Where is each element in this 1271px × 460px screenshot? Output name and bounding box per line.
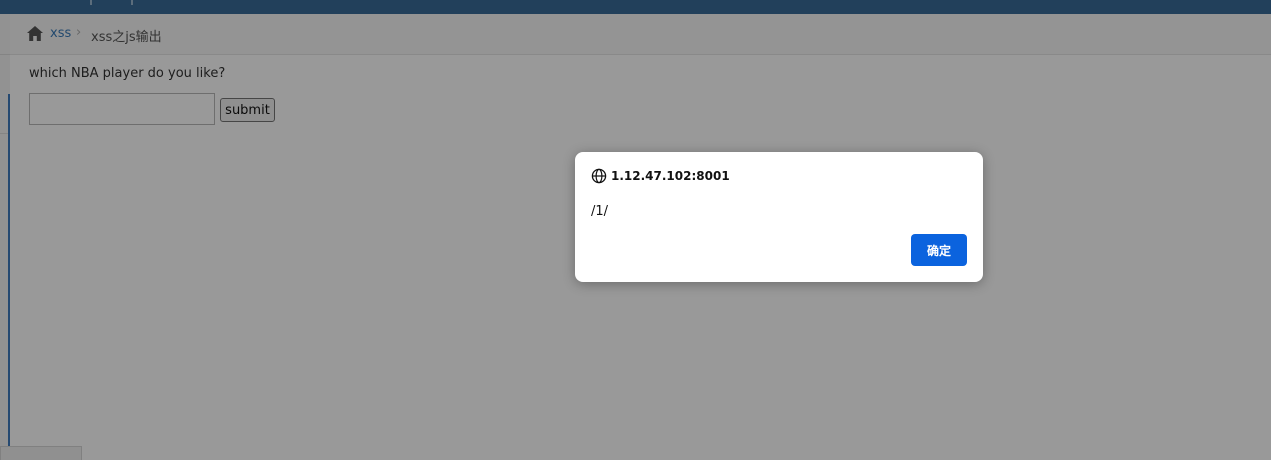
globe-icon (591, 168, 607, 184)
alert-ok-button[interactable]: 确定 (911, 234, 967, 266)
alert-origin: 1.12.47.102:8001 (611, 169, 730, 183)
alert-message: /1/ (591, 204, 609, 219)
alert-dialog: 1.12.47.102:8001 /1/ 确定 (575, 152, 983, 282)
